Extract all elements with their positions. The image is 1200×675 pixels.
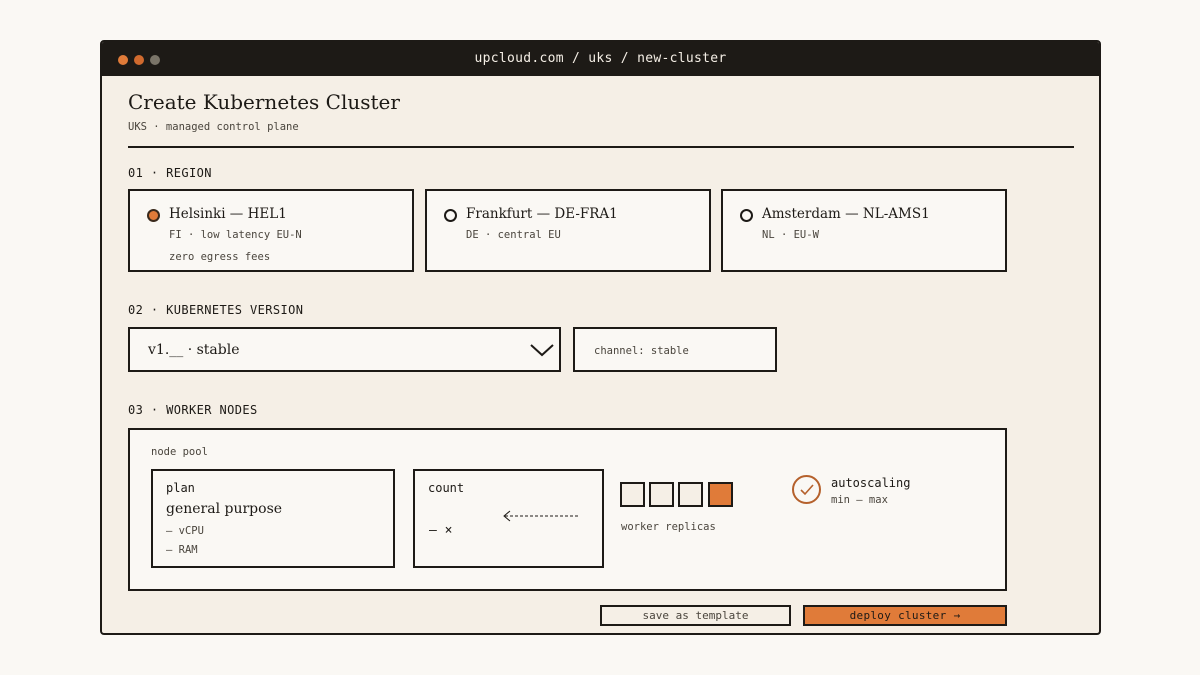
section-label-version: 02 · KUBERNETES VERSION	[128, 303, 304, 317]
section-label-region: 01 · REGION	[128, 166, 212, 180]
region-name: Frankfurt — DE-FRA1	[466, 206, 618, 222]
radio-empty-icon[interactable]	[444, 209, 457, 222]
autoscaling-check-icon[interactable]	[792, 475, 821, 504]
node-pool-label: node pool	[151, 446, 208, 458]
plan-ram: — RAM	[166, 544, 198, 556]
region-card-amsterdam[interactable]: Amsterdam — NL-AMS1 NL · EU-W	[721, 189, 1007, 272]
title-bar: upcloud.com / uks / new-cluster	[102, 42, 1099, 76]
replica-square	[620, 482, 645, 507]
radio-selected-icon[interactable]	[147, 209, 160, 222]
replica-square	[649, 482, 674, 507]
chevron-down-icon[interactable]	[529, 340, 555, 364]
plan-field[interactable]: plan general purpose — vCPU — RAM	[151, 469, 395, 568]
plan-label: plan	[166, 481, 195, 495]
region-card-helsinki[interactable]: Helsinki — HEL1 FI · low latency EU-N ze…	[128, 189, 414, 272]
browser-window: upcloud.com / uks / new-cluster Create K…	[100, 40, 1101, 635]
region-name: Helsinki — HEL1	[169, 206, 287, 222]
region-meta: NL · EU-W	[762, 229, 819, 241]
plan-value: general purpose	[166, 501, 283, 517]
section-label-workers: 03 · WORKER NODES	[128, 403, 258, 417]
deploy-cluster-button[interactable]: deploy cluster →	[803, 605, 1007, 626]
radio-empty-icon[interactable]	[740, 209, 753, 222]
region-card-frankfurt[interactable]: Frankfurt — DE-FRA1 DE · central EU	[425, 189, 711, 272]
count-value[interactable]: — ×	[429, 523, 452, 538]
plan-cpu: — vCPU	[166, 525, 204, 537]
page-title: Create Kubernetes Cluster	[128, 90, 400, 114]
replica-square-active	[708, 482, 733, 507]
autoscaling-range: min — max	[831, 494, 888, 506]
region-name: Amsterdam — NL-AMS1	[762, 206, 930, 222]
region-meta: DE · central EU	[466, 229, 561, 241]
channel-field: channel: stable	[573, 327, 777, 372]
replicas-label: worker replicas	[621, 521, 716, 533]
autoscaling-title: autoscaling	[831, 476, 911, 490]
channel-value: channel: stable	[594, 345, 689, 357]
region-meta: FI · low latency EU-N	[169, 229, 302, 241]
version-select-value: v1.__ · stable	[148, 342, 240, 358]
header-divider	[128, 146, 1074, 148]
address-bar[interactable]: upcloud.com / uks / new-cluster	[102, 51, 1099, 66]
arrow-pointer-icon	[503, 510, 579, 522]
count-label: count	[428, 481, 465, 495]
page-subtitle: UKS · managed control plane	[128, 121, 299, 133]
version-select[interactable]: v1.__ · stable	[128, 327, 561, 372]
region-note: zero egress fees	[169, 251, 271, 263]
replica-square	[678, 482, 703, 507]
count-field[interactable]: count — ×	[413, 469, 604, 568]
node-pool-panel: node pool plan general purpose — vCPU — …	[128, 428, 1007, 591]
save-template-button[interactable]: save as template	[600, 605, 791, 626]
